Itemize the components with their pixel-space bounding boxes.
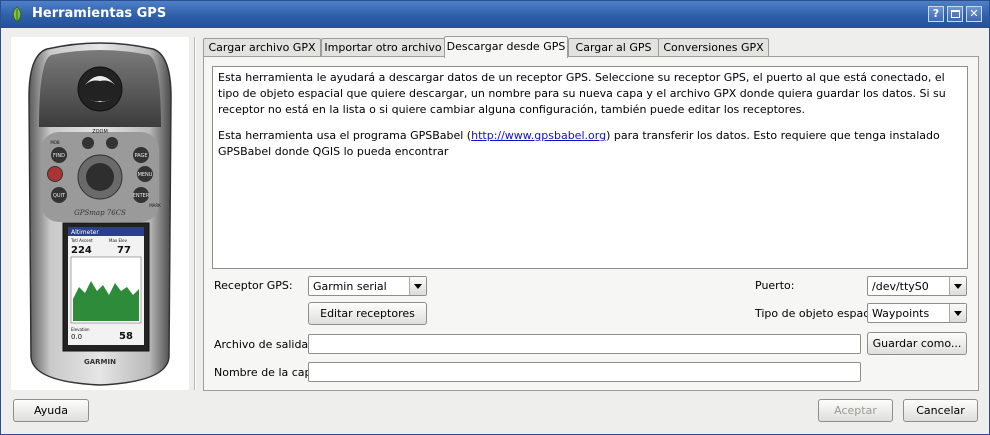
device-screen-title: Altimeter xyxy=(71,229,99,236)
accept-button[interactable]: Aceptar xyxy=(818,399,893,422)
find-key-label: FIND xyxy=(53,153,65,159)
feature-type-select-value: Waypoints xyxy=(872,307,930,320)
splitter[interactable] xyxy=(194,37,196,390)
gpsbabel-link[interactable]: http://www.gpsbabel.org xyxy=(471,129,606,142)
page-key-label: PAGE xyxy=(134,153,147,159)
maximize-icon[interactable] xyxy=(947,6,963,22)
receiver-select[interactable]: Garmin serial xyxy=(308,276,427,296)
info-paragraph-1: Esta herramienta le ayudará a descargar … xyxy=(218,71,946,116)
menu-key-label: MENU xyxy=(138,172,153,178)
info-paragraph-2: Esta herramienta usa el programa GPSBabe… xyxy=(218,129,940,158)
layer-name-input[interactable] xyxy=(308,362,861,382)
tab-load-gpx[interactable]: Cargar archivo GPX xyxy=(203,38,321,57)
device-stat1-value: 224 xyxy=(71,245,92,256)
gps-device-image-pane: ZOOM FIND PAGE MENU QUIT ENTER MOB MARK … xyxy=(11,37,189,390)
tab-download-gps[interactable]: Descargar desde GPS xyxy=(444,36,568,58)
feature-type-select[interactable]: Waypoints xyxy=(867,303,967,323)
close-icon[interactable]: ✕ xyxy=(966,6,982,22)
layer-name-label: Nombre de la capa: xyxy=(214,366,322,379)
chevron-down-icon[interactable] xyxy=(409,277,426,295)
chevron-down-icon[interactable] xyxy=(949,304,966,322)
chevron-down-icon[interactable] xyxy=(949,277,966,295)
save-as-button[interactable]: Guardar como... xyxy=(867,332,967,355)
zoom-key-label: ZOOM xyxy=(92,129,108,135)
device-model: GPSmap 76CS xyxy=(74,209,126,217)
device-temp-value: 58 xyxy=(119,331,133,342)
output-file-input[interactable] xyxy=(308,334,861,354)
help-button[interactable]: Ayuda xyxy=(13,399,89,422)
info-text-box[interactable]: Esta herramienta le ayudará a descargar … xyxy=(212,66,968,269)
receiver-label: Receptor GPS: xyxy=(214,279,293,292)
edit-receivers-button[interactable]: Editar receptores xyxy=(308,302,427,325)
device-stat1-label: Totl Ascent xyxy=(70,238,93,243)
port-select[interactable]: /dev/ttyS0 xyxy=(867,276,967,296)
mob-key-label: MOB xyxy=(50,140,60,145)
port-select-value: /dev/ttyS0 xyxy=(872,280,929,293)
gps-device-image: ZOOM FIND PAGE MENU QUIT ENTER MOB MARK … xyxy=(28,42,172,386)
tab-gpx-conversions[interactable]: Conversiones GPX xyxy=(658,38,769,57)
window-title: Herramientas GPS xyxy=(32,6,167,21)
receiver-select-value: Garmin serial xyxy=(313,280,387,293)
quit-key-label: QUIT xyxy=(53,193,66,199)
title-bar[interactable]: Herramientas GPS ? ✕ xyxy=(1,1,989,28)
output-file-label: Archivo de salida: xyxy=(214,338,312,351)
device-stat2-value: 77 xyxy=(117,245,131,256)
help-icon[interactable]: ? xyxy=(928,6,944,22)
cancel-button[interactable]: Cancelar xyxy=(903,399,978,422)
device-elevation-label: Elevation xyxy=(71,327,90,332)
enter-key-label: ENTER xyxy=(133,193,150,199)
device-elevation-value: 0.0 xyxy=(71,333,82,341)
tab-import-file[interactable]: Importar otro archivo xyxy=(321,38,445,57)
mark-key-label: MARK xyxy=(149,203,161,208)
tab-upload-gps[interactable]: Cargar al GPS xyxy=(568,38,659,57)
qgis-leaf-icon xyxy=(12,6,22,23)
device-stat2-label: Max Elev xyxy=(109,238,128,243)
device-brand: GARMIN xyxy=(84,358,116,366)
port-label: Puerto: xyxy=(755,279,795,292)
gps-tools-dialog: Herramientas GPS ? ✕ ZOOM FIND PAGE MENU… xyxy=(0,0,990,435)
